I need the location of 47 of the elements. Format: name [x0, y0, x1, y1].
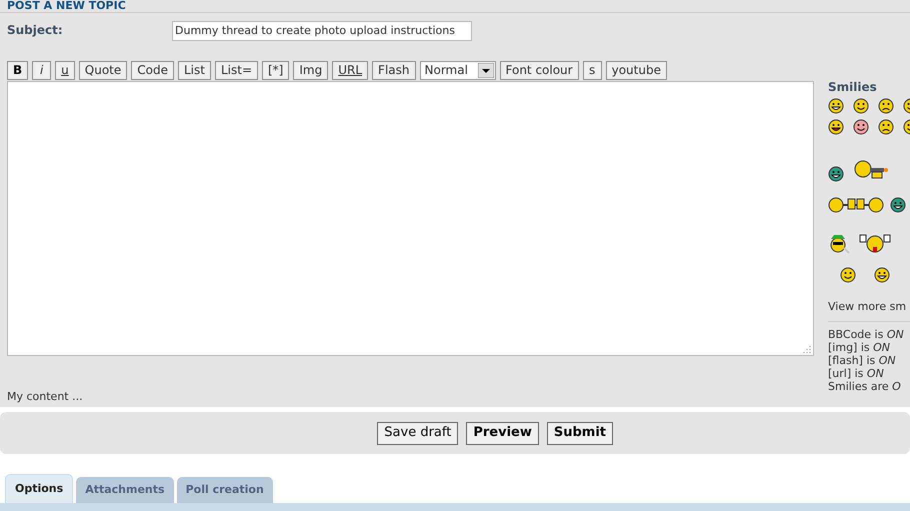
smiley-icon[interactable]	[874, 267, 890, 283]
tab[interactable]: Poll creation	[176, 477, 273, 503]
status-line: Smilies are O	[828, 380, 902, 393]
status-line: BBCode is ON	[828, 328, 905, 341]
bbcode-button[interactable]: Img	[293, 60, 328, 80]
form-button[interactable]: Save draft	[377, 422, 458, 444]
bbcode-button[interactable]: [*]	[262, 60, 290, 80]
bbcode-button[interactable]: URL	[332, 60, 368, 80]
smiley-icon[interactable]	[828, 166, 844, 182]
bbcode-button[interactable]: Quote	[78, 60, 128, 80]
status-line: [img] is ON	[828, 341, 892, 354]
bbcode-button[interactable]: B	[7, 60, 28, 80]
bbcode-button[interactable]: i	[32, 60, 52, 80]
subject-label: Subject:	[7, 22, 64, 39]
subject-field[interactable]: Dummy thread to create photo upload instructions	[172, 20, 472, 41]
bbcode-button[interactable]: u	[55, 60, 75, 80]
form-button[interactable]: Submit	[546, 422, 613, 444]
bbcode-button[interactable]: s	[582, 60, 602, 80]
tab[interactable]: Attachments	[76, 477, 174, 503]
tab[interactable]: Options	[5, 474, 74, 503]
smiley-with-hat-icon[interactable]	[828, 232, 850, 254]
smiley-icon[interactable]	[828, 98, 844, 114]
smilies-title: Smilies	[828, 80, 878, 94]
font-size-select[interactable]: Normal	[420, 60, 496, 80]
bbcode-button[interactable]: Code	[131, 60, 174, 80]
view-more-smilies-link[interactable]: View more sm	[828, 300, 906, 313]
smiley-icon[interactable]	[840, 267, 856, 283]
waving-smiley-icon[interactable]	[858, 232, 892, 254]
smiley-icon[interactable]	[828, 119, 844, 135]
bbcode-button[interactable]: List	[178, 60, 211, 80]
resize-grip-icon	[803, 345, 811, 353]
smilies-with-beers-icon[interactable]	[828, 196, 884, 214]
smiley-icon[interactable]	[878, 98, 894, 114]
bbcode-button[interactable]: Font colour	[500, 60, 579, 80]
smiley-icon[interactable]	[890, 197, 906, 213]
smiley-icon[interactable]	[853, 98, 869, 114]
smiley-icon[interactable]	[878, 119, 894, 135]
bbcode-button[interactable]: Flash	[372, 60, 416, 80]
signature-text: My content ...	[7, 390, 83, 403]
page-heading: POST A NEW TOPIC	[7, 0, 126, 12]
bbcode-button[interactable]: List=	[214, 60, 258, 80]
status-line: [flash] is ON	[828, 354, 897, 367]
form-button[interactable]: Preview	[466, 422, 539, 444]
status-line: [url] is ON	[828, 367, 885, 380]
dropdown-arrow-icon	[478, 62, 494, 78]
smiley-icon[interactable]	[853, 119, 869, 135]
bbcode-button[interactable]: youtube	[606, 60, 667, 80]
